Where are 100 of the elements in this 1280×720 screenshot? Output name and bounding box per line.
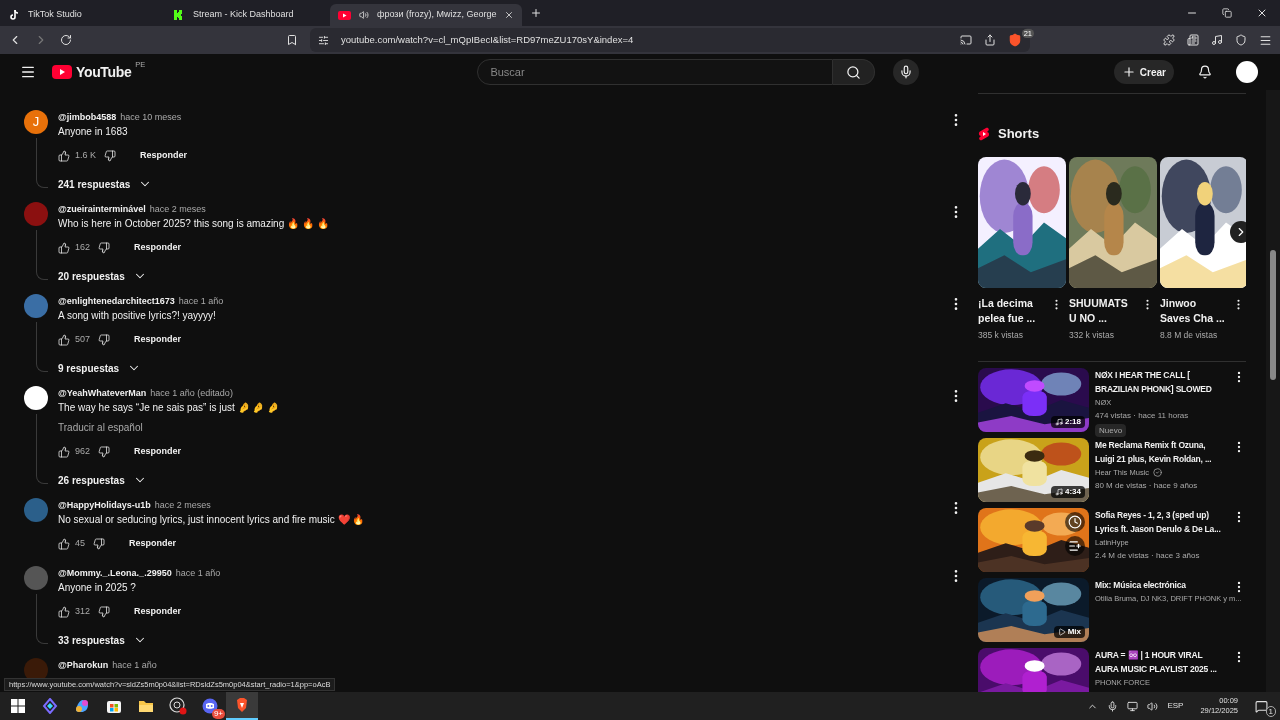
close-tab-icon[interactable] (504, 10, 515, 20)
comment-author[interactable]: @Pharokun (58, 658, 109, 672)
music-icon[interactable] (1211, 34, 1223, 46)
voice-search-button[interactable] (893, 59, 920, 85)
microphone-icon (899, 65, 914, 79)
new-badge: Nuevo (1095, 424, 1127, 438)
like-icon[interactable] (58, 242, 70, 254)
vpn-shield-icon[interactable] (1235, 34, 1247, 46)
short-title[interactable]: SHUUMATSU NO ... (1069, 295, 1135, 326)
like-icon[interactable] (58, 446, 70, 458)
dislike-icon[interactable] (93, 538, 105, 550)
dislike-icon[interactable] (98, 606, 111, 618)
search-field[interactable]: Buscar (477, 59, 834, 85)
search-button[interactable] (833, 59, 876, 85)
store-icon[interactable] (106, 698, 122, 714)
comment-author[interactable]: @jimbob4588 (58, 110, 117, 124)
menu-icon[interactable] (20, 64, 36, 80)
browser-menu-icon[interactable] (1259, 33, 1272, 47)
share-icon[interactable] (984, 34, 996, 46)
language-indicator[interactable]: ESP (1167, 700, 1184, 712)
cast-icon[interactable] (960, 34, 972, 46)
youtube-logo-icon[interactable] (52, 65, 72, 79)
replies-toggle[interactable]: 241 respuestas (58, 174, 192, 194)
scrollbar[interactable] (1266, 90, 1280, 692)
notifications-icon[interactable] (1198, 65, 1212, 79)
watch-later-icon[interactable] (1065, 512, 1085, 533)
browser-tab[interactable]: фрози (frozy), Mwizz, George (330, 4, 523, 26)
dislike-icon[interactable] (98, 334, 111, 346)
video-title[interactable]: Mix: Música electrónica (1095, 578, 1226, 593)
replies-toggle[interactable]: 26 respuestas (58, 470, 280, 490)
video-meta: 80 M de vistas · hace 9 años (1095, 480, 1199, 493)
new-tab-icon[interactable] (530, 7, 543, 19)
volume-icon[interactable] (1147, 700, 1159, 712)
site-settings-icon[interactable] (318, 34, 329, 46)
like-count: 507 (75, 333, 91, 347)
windows-icon[interactable] (11, 699, 25, 713)
like-icon[interactable] (58, 606, 70, 618)
app-icon[interactable] (42, 698, 58, 714)
browser-tab[interactable]: TikTok Studio (0, 4, 165, 26)
folder-icon[interactable] (138, 698, 154, 714)
like-icon[interactable] (58, 334, 70, 346)
obs-icon[interactable] (169, 697, 187, 715)
comment-author[interactable]: @Mommy._.Leona._.29950 (58, 566, 172, 580)
translate-link[interactable]: Traducir al español (58, 420, 280, 436)
restore-icon[interactable] (1222, 8, 1232, 18)
account-avatar[interactable] (1236, 61, 1258, 83)
video-title[interactable]: AURA = ♾ | 1 HOUR VIRAL AURA MUSIC PLAYLIST 2025 ... (1095, 648, 1226, 677)
short-title[interactable]: Jinwoo Saves Cha ... (1160, 295, 1226, 326)
replies-toggle[interactable]: 9 respuestas (58, 358, 224, 378)
replies-toggle[interactable]: 33 respuestas (58, 630, 221, 650)
reply-button[interactable]: Responder (130, 241, 186, 255)
search-icon (846, 64, 862, 80)
copilot-icon[interactable] (74, 698, 90, 714)
thread-line (36, 230, 48, 280)
add-to-queue-icon[interactable] (1065, 536, 1085, 557)
dislike-icon[interactable] (104, 150, 116, 162)
reader-icon[interactable] (1187, 34, 1199, 46)
bookmark-icon[interactable] (286, 34, 298, 46)
comment-text: Who is here in October 2025? this song is amazing 🔥 🔥 🔥 (58, 217, 329, 231)
youtube-wordmark[interactable]: YouTube (76, 61, 132, 83)
video-title[interactable]: Sofia Reyes - 1, 2, 3 (sped up) Lyrics ft. Jason Derulo & De La... (1095, 508, 1226, 537)
brave-shield-icon[interactable] (1008, 33, 1022, 47)
comment-author[interactable]: @YeahWhateverMan (58, 386, 147, 400)
comment-author[interactable]: @enlightenedarchitect1673 (58, 294, 175, 308)
create-button[interactable]: Crear (1113, 60, 1174, 84)
video-title[interactable]: NØX I HEAR THE CALL [ BRAZILIAN PHONK] SLOWED (1095, 368, 1226, 397)
notification-center-icon[interactable] (1255, 699, 1268, 713)
like-count: 1.6 K (75, 149, 96, 163)
reply-button[interactable]: Responder (130, 445, 186, 459)
comment-author[interactable]: @HappyHolidays-u1b (58, 498, 151, 512)
duration-badge: 2:18 (1051, 416, 1085, 429)
tab-title: Stream - Kick Dashboard (193, 8, 295, 22)
user-avatar[interactable] (24, 386, 48, 410)
microphone-icon[interactable] (1107, 700, 1119, 712)
reply-button[interactable]: Responder (130, 333, 186, 347)
network-icon[interactable] (1127, 700, 1139, 712)
comment-text: No sexual or seducing lyrics, just innocent lyrics and fire music ❤ 🔥 (58, 513, 365, 527)
browser-tab[interactable]: Stream - Kick Dashboard (165, 4, 330, 26)
replies-toggle[interactable]: 20 respuestas (58, 266, 329, 286)
brave-icon[interactable] (234, 697, 250, 713)
extensions-icon[interactable] (1163, 34, 1175, 46)
video-meta: 474 vistas · hace 11 horas (1095, 410, 1190, 423)
thread-line (36, 414, 48, 484)
shorts-logo-icon (978, 126, 990, 141)
short-title[interactable]: ¡La decima pelea fue ... (978, 295, 1044, 326)
comment-author[interactable]: @zueirainterminável (58, 202, 146, 216)
reply-button[interactable]: Responder (136, 149, 192, 163)
like-icon[interactable] (58, 150, 70, 162)
video-title[interactable]: Me Reclama Remix ft Ozuna, Luigi 21 plus, Kevin Roldan, ... (1095, 438, 1226, 467)
reply-button[interactable]: Responder (125, 537, 181, 551)
notification-badge: 9+ (211, 709, 225, 719)
reply-button[interactable]: Responder (130, 605, 186, 619)
like-icon[interactable] (58, 538, 70, 550)
video-meta: 2.4 M de vistas · hace 3 años (1095, 550, 1201, 563)
reload-icon[interactable] (60, 34, 72, 46)
speaker-icon[interactable] (359, 10, 369, 20)
dislike-icon[interactable] (98, 446, 111, 458)
close-window-icon[interactable] (1256, 7, 1268, 19)
dislike-icon[interactable] (98, 242, 111, 254)
short-views: 332 k vistas (1069, 328, 1115, 342)
